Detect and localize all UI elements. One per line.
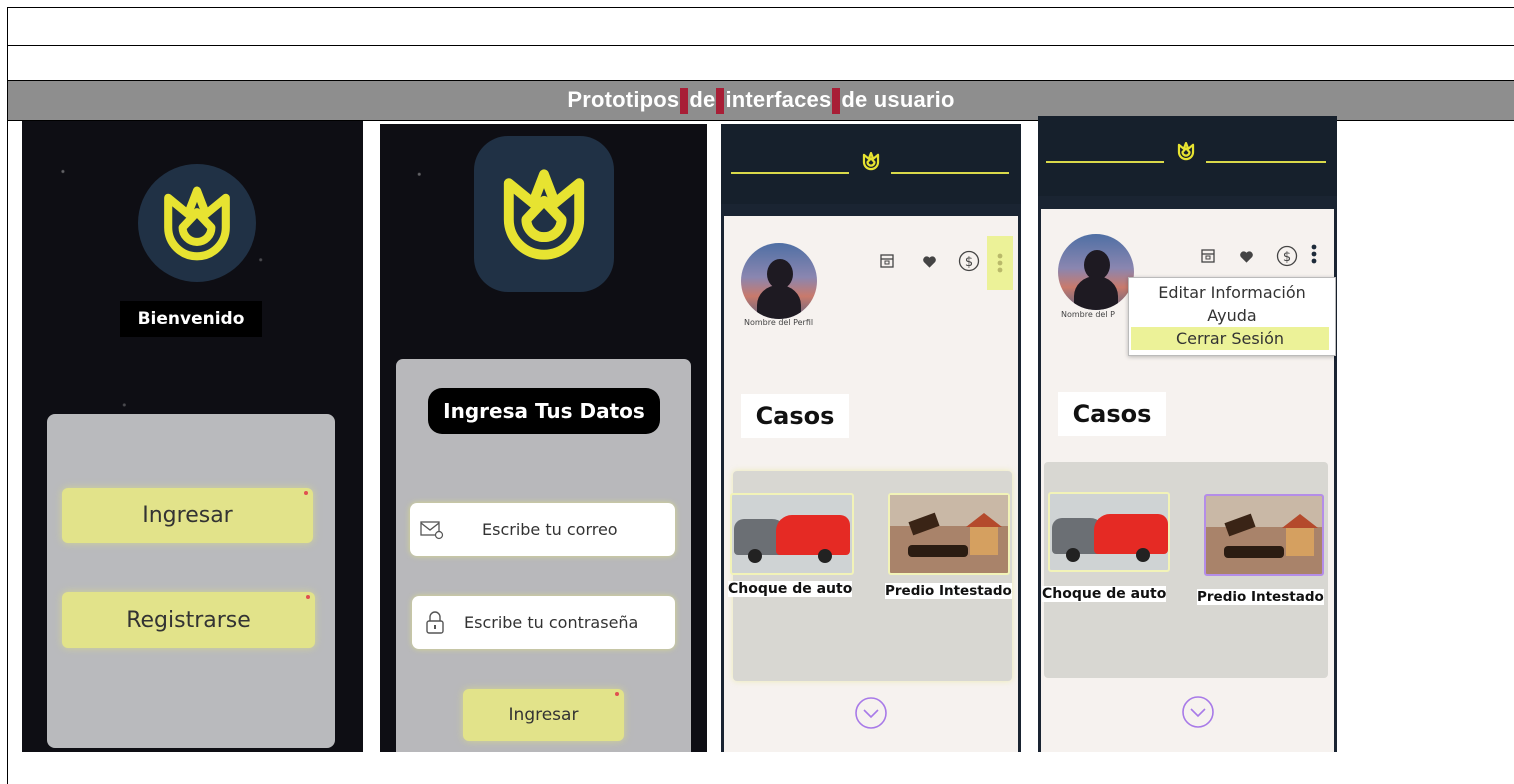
case-card-car-label: Choque de auto: [728, 581, 853, 597]
svg-text:$: $: [965, 255, 973, 270]
cases-panel: Choque de auto Predio Intestado: [728, 471, 1012, 681]
dollar-circle-icon[interactable]: $: [1275, 244, 1299, 268]
screen-login: Ingresa Tus Datos Escribe tu correo Escr…: [380, 124, 707, 752]
kebab-menu-button[interactable]: [1304, 239, 1324, 273]
table-row-empty-1: [8, 8, 1514, 46]
app-logo: [138, 164, 256, 282]
crown-logo-icon: [164, 186, 230, 261]
screen-profile: Nombre del Perfil $ Casos Choque de auto: [721, 124, 1021, 752]
profile-dropdown-menu: Editar Información Ayuda Cerrar Sesión: [1128, 277, 1336, 356]
welcome-label: Bienvenido: [120, 301, 262, 337]
login-button-label: Ingresar: [142, 503, 233, 528]
table-row-empty-2: [8, 46, 1514, 81]
avatar: [1058, 234, 1134, 310]
app-header: [1038, 116, 1337, 196]
section-title: Prototipos de interfaces de usuario: [567, 87, 954, 115]
app-logo: [474, 136, 614, 292]
case-card-car-image[interactable]: [1048, 492, 1170, 572]
heart-icon[interactable]: [920, 253, 938, 271]
password-field[interactable]: Escribe tu contraseña: [412, 596, 675, 649]
menu-item-edit-info[interactable]: Editar Información: [1129, 281, 1335, 304]
menu-item-logout[interactable]: Cerrar Sesión: [1131, 327, 1329, 350]
login-heading: Ingresa Tus Datos: [428, 388, 660, 434]
store-icon[interactable]: [878, 252, 896, 270]
register-button[interactable]: Registrarse: [62, 592, 315, 648]
password-placeholder: Escribe tu contraseña: [464, 613, 639, 632]
screen-profile-menu: Nombre del P $ Editar Información Ayuda …: [1038, 116, 1337, 752]
case-card-car-image[interactable]: [730, 493, 854, 575]
chevron-down-circle-icon[interactable]: [854, 696, 888, 730]
kebab-menu-button[interactable]: [987, 236, 1013, 290]
menu-item-help[interactable]: Ayuda: [1129, 304, 1335, 327]
crown-logo-icon: [862, 151, 880, 171]
login-button[interactable]: Ingresar: [62, 488, 313, 543]
heart-icon[interactable]: [1237, 248, 1255, 266]
login-panel: Ingresa Tus Datos Escribe tu correo Escr…: [396, 359, 691, 752]
screen-welcome: Bienvenido Ingresar Registrarse: [22, 121, 363, 752]
cases-heading: Casos: [741, 394, 849, 438]
case-card-estate-image[interactable]: [1204, 494, 1324, 576]
avatar: [741, 243, 817, 319]
kebab-menu-icon: [1311, 244, 1317, 264]
crown-logo-icon: [1177, 141, 1195, 161]
case-card-car-label: Choque de auto: [1042, 586, 1167, 602]
welcome-panel: Ingresar Registrarse: [47, 414, 335, 748]
lock-icon: [426, 610, 444, 634]
app-header: [721, 124, 1021, 204]
case-card-estate-label: Predio Intestado: [1197, 589, 1324, 605]
case-card-estate-label: Predio Intestado: [885, 583, 1012, 599]
chevron-down-circle-icon[interactable]: [1181, 695, 1215, 729]
profile-name: Nombre del P: [1061, 310, 1115, 319]
submit-login-label: Ingresar: [508, 705, 579, 725]
section-header: Prototipos de interfaces de usuario: [8, 81, 1514, 121]
dollar-circle-icon[interactable]: $: [957, 249, 981, 273]
store-icon[interactable]: [1199, 247, 1217, 265]
case-card-estate-image[interactable]: [888, 493, 1010, 575]
submit-login-button[interactable]: Ingresar: [463, 689, 624, 741]
email-field[interactable]: Escribe tu correo: [410, 503, 675, 556]
email-placeholder: Escribe tu correo: [482, 520, 618, 539]
crown-logo-icon: [503, 169, 585, 260]
cases-heading: Casos: [1058, 392, 1166, 436]
profile-name: Nombre del Perfil: [744, 318, 814, 327]
kebab-menu-icon: [997, 253, 1003, 273]
mail-icon: [420, 520, 444, 539]
register-button-label: Registrarse: [126, 607, 251, 633]
profile-content: Nombre del Perfil $ Casos Choque de auto: [724, 216, 1018, 752]
cases-panel: Choque de auto Predio Intestado: [1042, 462, 1328, 678]
profile-content: Nombre del P $ Editar Información Ayuda …: [1041, 209, 1336, 752]
svg-text:$: $: [1283, 250, 1291, 265]
